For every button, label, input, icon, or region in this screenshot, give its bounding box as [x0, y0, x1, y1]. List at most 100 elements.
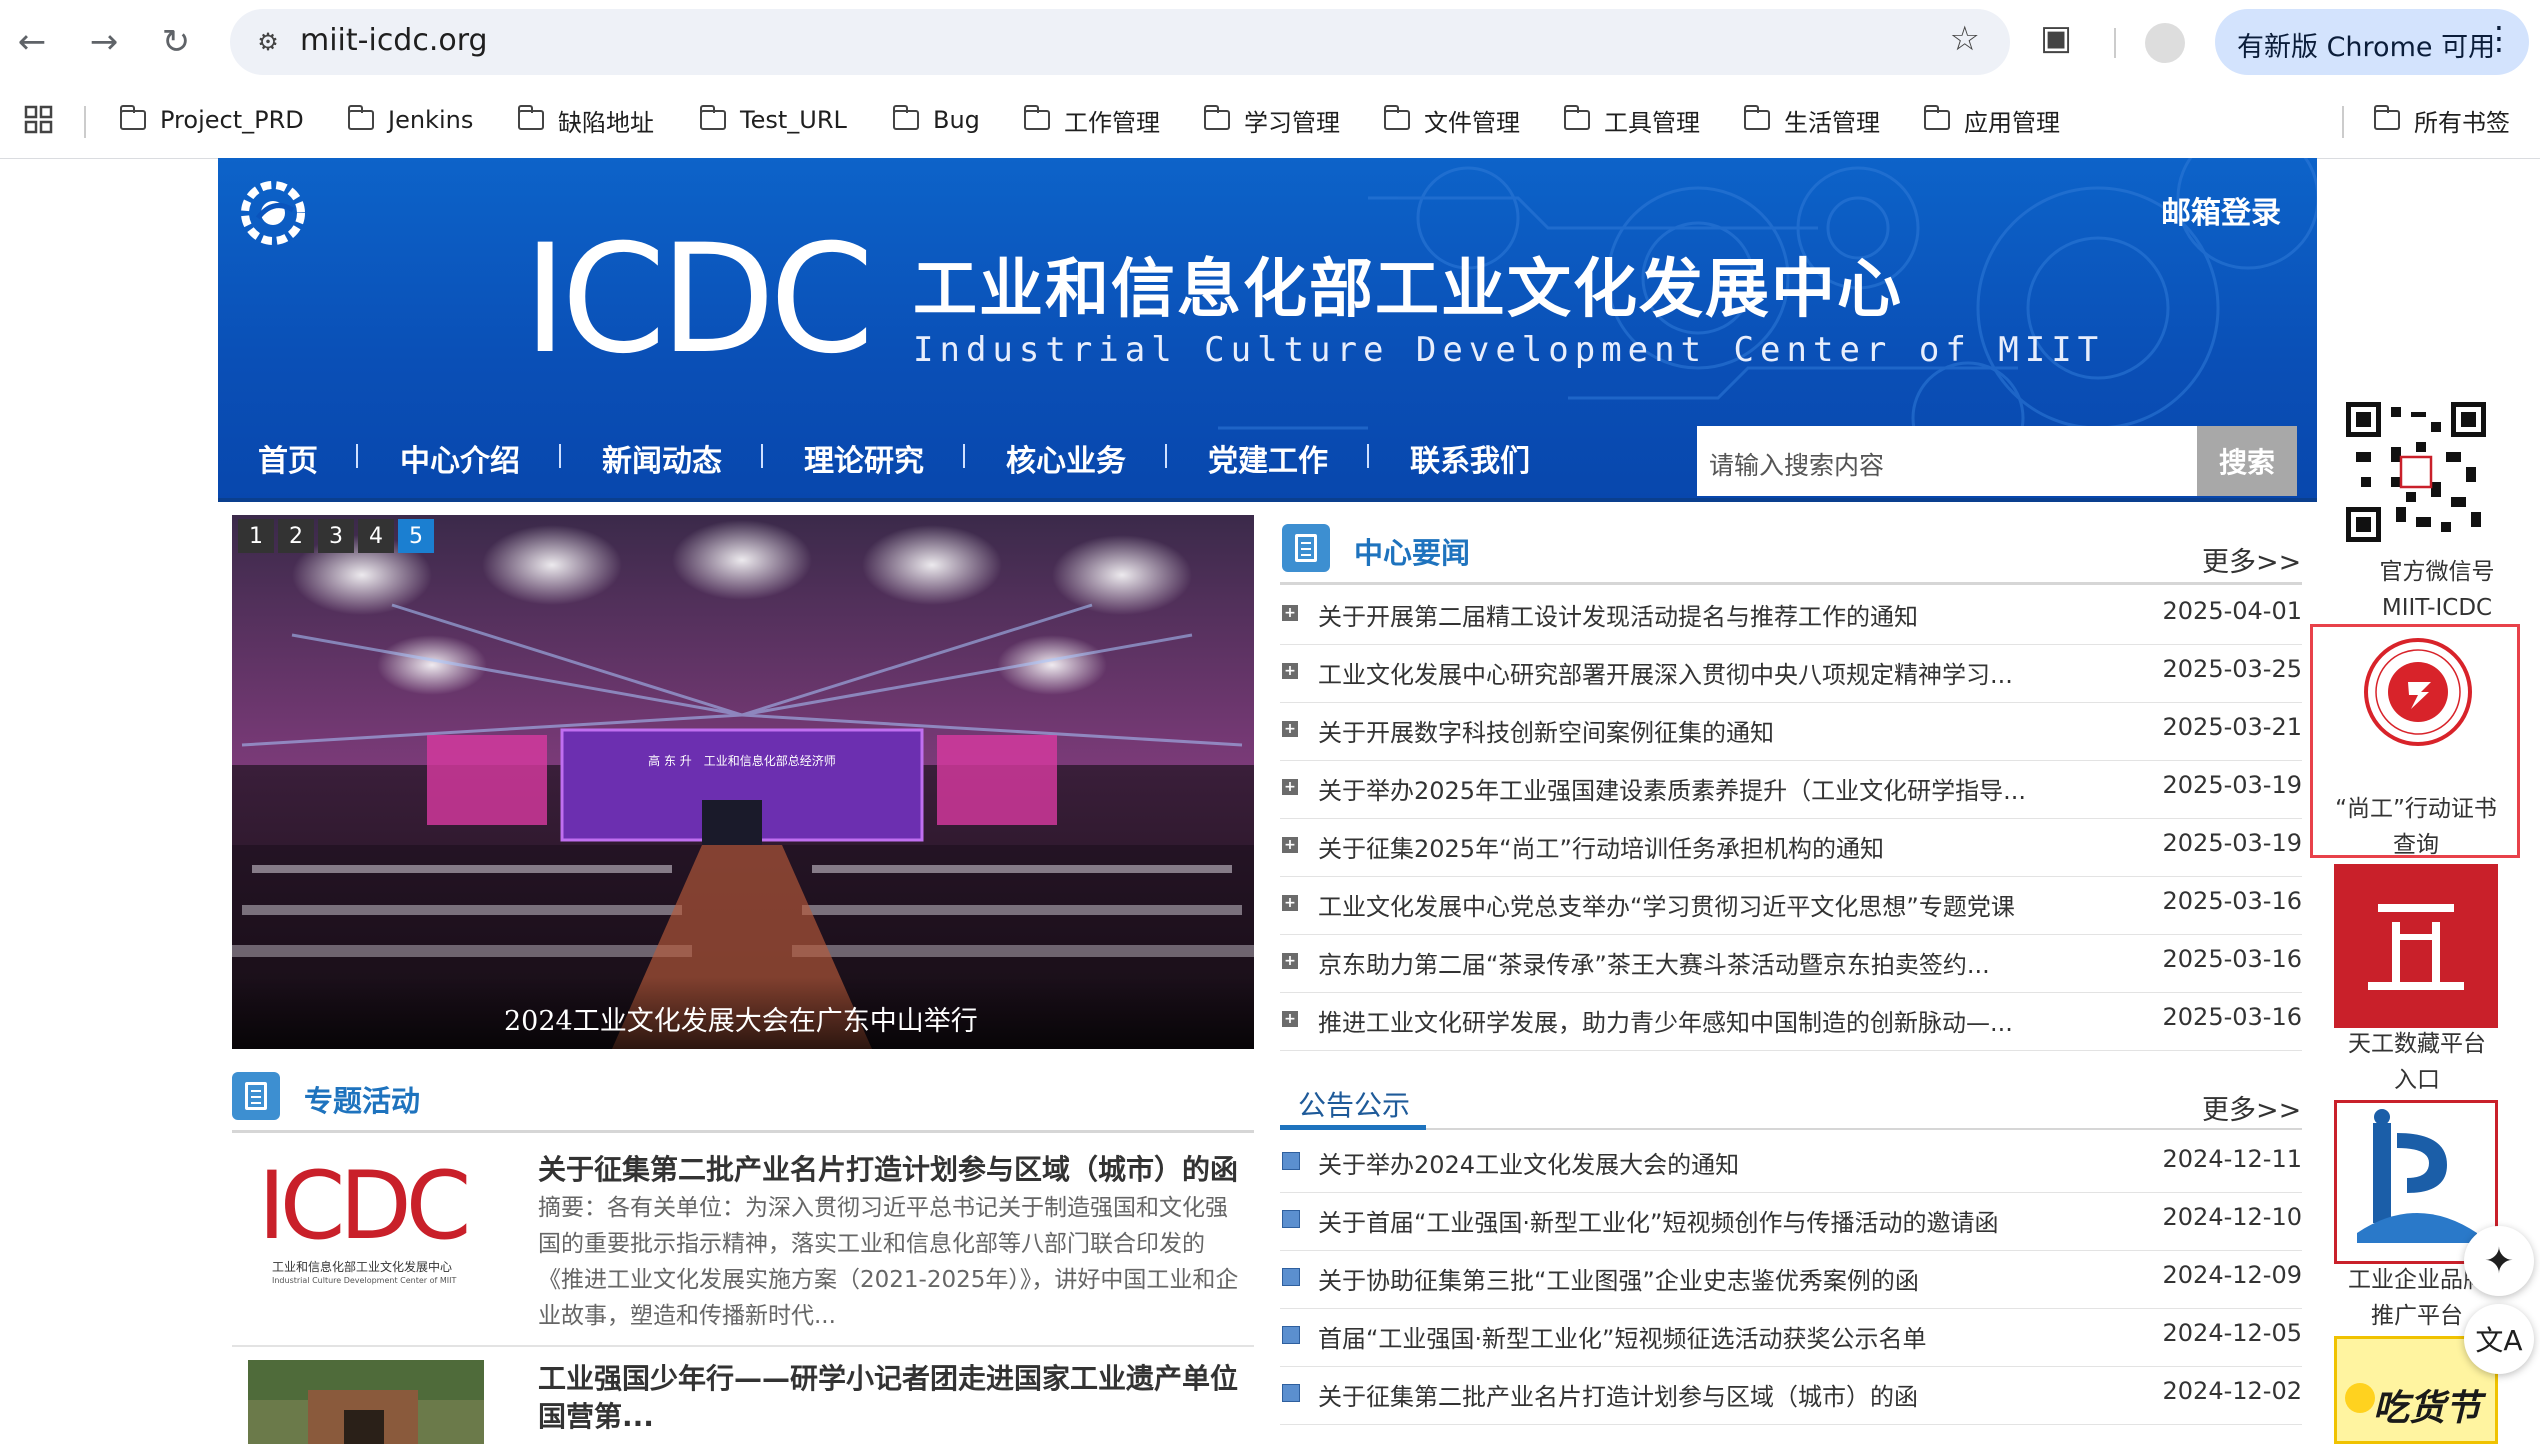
- bookmark-work[interactable]: 工作管理: [1023, 100, 1160, 140]
- bookmark-jenkins[interactable]: Jenkins: [347, 100, 473, 140]
- nav-core-business[interactable]: 核心业务: [1006, 436, 1126, 480]
- nav-contact[interactable]: 联系我们: [1410, 436, 1530, 480]
- carousel-caption[interactable]: 2024工业文化发展大会在广东中山举行: [232, 977, 1254, 1049]
- shanggong-label: “尚工”行动证书 查询: [2335, 796, 2497, 858]
- thumb-caption-en: Industrial Culture Development Center of…: [272, 1276, 457, 1285]
- carousel-dot-3[interactable]: 3: [318, 519, 354, 553]
- ai-sparkle-icon[interactable]: ✦: [2464, 1226, 2534, 1296]
- site-banner: ICDC 工业和信息化部工业文化发展中心 Industrial Culture …: [218, 158, 2317, 500]
- notice-item[interactable]: 关于征集第二批产业名片打造计划参与区域（城市）的函 2024-12-02: [1280, 1366, 2302, 1425]
- forward-arrow-icon[interactable]: →: [80, 18, 128, 66]
- address-bar[interactable]: ⚙ miit-icdc.org ☆: [230, 9, 2010, 75]
- folder-icon: [2373, 105, 2400, 130]
- profile-avatar[interactable]: [2145, 23, 2185, 63]
- nav-party[interactable]: 党建工作: [1208, 436, 1328, 480]
- notices-title[interactable]: 公告公示: [1298, 1084, 1410, 1124]
- bookmark-defects[interactable]: 缺陷地址: [517, 100, 654, 140]
- nav-home[interactable]: 首页: [258, 436, 318, 480]
- main-nav: 首页 中心介绍 新闻动态 理论研究 核心业务 党建工作 联系我们: [218, 428, 1718, 488]
- notices-tab-underline: [1280, 1125, 1426, 1130]
- feature-title[interactable]: 关于征集第二批产业名片打造计划参与区域（城市）的函: [538, 1148, 1238, 1188]
- folder-icon: [1023, 105, 1050, 130]
- notice-bullet-icon: [1282, 1268, 1300, 1286]
- news-item[interactable]: + 工业文化发展中心研究部署开展深入贯彻中央八项规定精神学习... 2025-03-…: [1280, 644, 2302, 703]
- center-news-title[interactable]: 中心要闻: [1354, 530, 1470, 572]
- notice-item[interactable]: 关于协助征集第三批“工业图强”企业史志鉴优秀案例的函 2024-12-09: [1280, 1250, 2302, 1309]
- center-news-more-link[interactable]: 更多>>: [2202, 540, 2301, 579]
- news-item[interactable]: + 推进工业文化研学发展，助力青少年感知中国制造的创新脉动—... 2025-03-…: [1280, 992, 2302, 1051]
- bookmark-apps[interactable]: 应用管理: [1923, 100, 2060, 140]
- icdc-emblem-icon: [241, 181, 305, 245]
- plus-icon: +: [1282, 605, 1298, 621]
- feature-thumbnail[interactable]: [248, 1360, 484, 1444]
- feature-photo: [248, 1360, 484, 1444]
- icdc-logo-text[interactable]: ICDC: [523, 213, 874, 387]
- mail-login-link[interactable]: 邮箱登录: [2161, 188, 2281, 232]
- notice-item[interactable]: 关于举办2024工业文化发展大会的通知 2024-12-11: [1280, 1134, 2302, 1193]
- nav-separator: [1165, 444, 1167, 468]
- section-divider: [1280, 1128, 2302, 1130]
- notice-bullet-icon: [1282, 1326, 1300, 1344]
- nav-separator: [559, 444, 561, 468]
- bookmark-bug[interactable]: Bug: [892, 100, 980, 140]
- news-carousel[interactable]: 高 东 升 工业和信息化部总经济师 1 2 3 4 5 2024工业文化发展大会…: [232, 515, 1254, 1049]
- news-item[interactable]: + 京东助力第二届“茶录传承”茶王大赛斗茶活动暨京东拍卖签约... 2025-03-…: [1280, 934, 2302, 993]
- notice-bullet-icon: [1282, 1152, 1300, 1170]
- feature-thumbnail[interactable]: ICDC 工业和信息化部工业文化发展中心 Industrial Culture …: [248, 1148, 498, 1308]
- news-item[interactable]: + 关于开展第二届精工设计发现活动提名与推荐工作的通知 2025-04-01: [1280, 586, 2302, 645]
- news-item[interactable]: + 工业文化发展中心党总支举办“学习贯彻习近平文化思想”专题党课 2025-03-1…: [1280, 876, 2302, 935]
- notice-item[interactable]: 首届“工业强国·新型工业化”短视频征选活动获奖公示名单 2024-12-05: [1280, 1308, 2302, 1367]
- nav-research[interactable]: 理论研究: [804, 436, 924, 480]
- bookmark-star-icon[interactable]: ☆: [1950, 19, 1980, 59]
- back-arrow-icon[interactable]: ←: [8, 18, 56, 66]
- carousel-dot-5[interactable]: 5: [398, 519, 434, 553]
- thumb-icdc-logo: ICDC: [258, 1152, 471, 1261]
- feature-summary: 摘要：各有关单位：为深入贯彻习近平总书记关于制造强国和文化强国的重要批示指示精神…: [538, 1195, 1239, 1329]
- bookmark-test-url[interactable]: Test_URL: [699, 100, 847, 140]
- translate-icon[interactable]: 文A: [2464, 1304, 2534, 1374]
- chrome-update-chip[interactable]: 有新版 Chrome 可用 ⋮: [2215, 9, 2529, 75]
- notice-item[interactable]: 关于首届“工业强国·新型工业化”短视频创作与传播活动的邀请函 2024-12-10: [1280, 1192, 2302, 1251]
- shanggong-certificate-link[interactable]: “尚工”行动证书 查询: [2310, 624, 2520, 858]
- site-settings-icon[interactable]: ⚙: [248, 22, 288, 62]
- bookmark-files[interactable]: 文件管理: [1383, 100, 1520, 140]
- notices-more-link[interactable]: 更多>>: [2202, 1088, 2301, 1127]
- nav-news[interactable]: 新闻动态: [602, 436, 722, 480]
- plus-icon: +: [1282, 721, 1298, 737]
- carousel-caption-text[interactable]: 2024工业文化发展大会在广东中山举行: [504, 999, 978, 1038]
- site-search-input[interactable]: 请输入搜索内容: [1697, 426, 2197, 496]
- notice-bullet-icon: [1282, 1384, 1300, 1402]
- search-placeholder: 请输入搜索内容: [1709, 451, 1885, 480]
- tiangong-platform-logo[interactable]: [2334, 864, 2498, 1028]
- news-item[interactable]: + 关于举办2025年工业强国建设素质素养提升（工业文化研学指导... 2025-0…: [1280, 760, 2302, 819]
- news-item[interactable]: + 关于征集2025年“尚工”行动培训任务承担机构的通知 2025-03-19: [1280, 818, 2302, 877]
- search-button[interactable]: 搜索: [2197, 426, 2297, 496]
- site-title-en: Industrial Culture Development Center of…: [913, 330, 2105, 370]
- nav-separator: [1367, 444, 1369, 468]
- folder-icon: [347, 105, 374, 130]
- reload-icon[interactable]: ↻: [152, 18, 200, 66]
- carousel-dot-4[interactable]: 4: [358, 519, 394, 553]
- wechat-qr-code: [2346, 402, 2486, 542]
- bookmark-all[interactable]: 所有书签: [2373, 100, 2510, 140]
- folder-icon: [517, 105, 544, 130]
- smiley-icon: [2345, 1383, 2375, 1413]
- carousel-dot-2[interactable]: 2: [278, 519, 314, 553]
- apps-grid-icon[interactable]: [24, 100, 54, 140]
- url-text[interactable]: miit-icdc.org: [300, 23, 488, 58]
- more-menu-icon[interactable]: ⋮: [2483, 19, 2515, 57]
- bookmark-tools[interactable]: 工具管理: [1563, 100, 1700, 140]
- bookmark-project-prd[interactable]: Project_PRD: [119, 100, 304, 140]
- thumb-caption-cn: 工业和信息化部工业文化发展中心: [272, 1260, 453, 1274]
- nav-about[interactable]: 中心介绍: [400, 436, 520, 480]
- carousel-dot-1[interactable]: 1: [238, 519, 274, 553]
- feature-title[interactable]: 工业强国少年行——研学小记者团走进国家工业遗产单位国营第...: [538, 1360, 1254, 1436]
- bookmark-life[interactable]: 生活管理: [1743, 100, 1880, 140]
- stage-screen-text: 高 东 升 工业和信息化部总经济师: [648, 753, 836, 768]
- bookmark-study[interactable]: 学习管理: [1203, 100, 1340, 140]
- special-topics-title[interactable]: 专题活动: [304, 1078, 420, 1120]
- browser-toolbar: ← → ↻ ⚙ miit-icdc.org ☆ ▣ 有新版 Chrome 可用 …: [0, 0, 2540, 84]
- extensions-puzzle-icon[interactable]: ▣: [2040, 18, 2072, 58]
- nav-separator: [963, 444, 965, 468]
- news-item[interactable]: + 关于开展数字科技创新空间案例征集的通知 2025-03-21: [1280, 702, 2302, 761]
